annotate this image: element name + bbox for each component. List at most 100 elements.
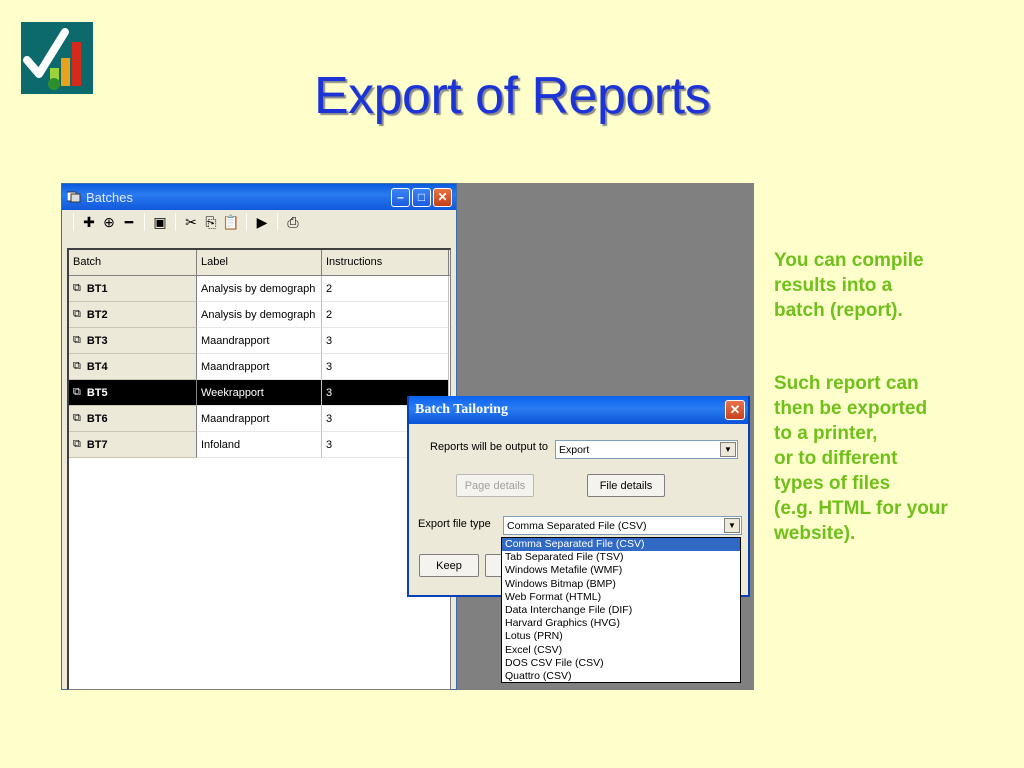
cell-batch[interactable]: ⧉ BT5 [69, 380, 197, 406]
toolbar-separator [246, 213, 247, 231]
add-linked-icon[interactable]: ⊕ [99, 212, 119, 232]
table-row[interactable]: ⧉ BT3 Maandrapport 3 [69, 328, 450, 354]
keep-button[interactable]: Keep [419, 554, 479, 577]
minimize-button[interactable]: – [391, 187, 410, 207]
batch-id: BT7 [86, 438, 108, 451]
output-select[interactable]: Export ▼ [555, 440, 738, 459]
export-type-select[interactable]: Comma Separated File (CSV) ▼ [503, 516, 742, 535]
paste-icon[interactable]: 📋 [221, 212, 241, 232]
table-row[interactable]: ⧉ BT2 Analysis by demograph 2 [69, 302, 450, 328]
column-header-label[interactable]: Label [197, 250, 322, 275]
cell-instructions[interactable]: 3 [322, 354, 449, 380]
dropdown-option[interactable]: Comma Separated File (CSV) [502, 538, 740, 552]
cell-batch[interactable]: ⧉ BT2 [69, 302, 197, 328]
print-icon[interactable]: ⎙ [283, 212, 303, 232]
cell-batch[interactable]: ⧉ BT1 [69, 276, 197, 302]
toolbar-separator [144, 213, 145, 231]
batch-id: BT5 [86, 386, 108, 399]
dropdown-option[interactable]: Lotus (PRN) [502, 630, 740, 643]
cell-label[interactable]: Analysis by demograph [197, 276, 322, 302]
file-details-button[interactable]: File details [587, 474, 665, 497]
batches-titlebar[interactable]: Batches – □ ✕ [62, 184, 456, 210]
output-value: Export [559, 443, 590, 456]
page-details-button[interactable]: Page details [456, 474, 534, 497]
dialog-title: Batch Tailoring [415, 402, 508, 417]
batch-icon: ⧉ [73, 360, 81, 372]
column-header-instructions[interactable]: Instructions [322, 250, 449, 275]
dropdown-option[interactable]: Web Format (HTML) [502, 591, 740, 604]
batch-icon: ⧉ [73, 412, 81, 424]
table-row[interactable]: ⧉ BT4 Maandrapport 3 [69, 354, 450, 380]
batch-id: BT1 [86, 282, 108, 295]
dropdown-option[interactable]: Excel (CSV) [502, 644, 740, 657]
close-button[interactable]: ✕ [433, 187, 452, 207]
side-text-line: then be exported [774, 398, 928, 419]
toolbar-separator [73, 213, 74, 231]
toolbar-separator [277, 213, 278, 231]
table-row[interactable]: ⧉ BT6 Maandrapport 3 [69, 406, 450, 432]
chevron-down-icon[interactable]: ▼ [724, 518, 740, 533]
chevron-down-icon[interactable]: ▼ [720, 442, 736, 457]
dropdown-option[interactable]: DOS CSV File (CSV) [502, 657, 740, 670]
dropdown-option[interactable]: Quattro (CSV) [502, 670, 740, 683]
batches-title: Batches [86, 189, 133, 205]
batches-grid: Batch Label Instructions ⧉ BT1 Analysis by… [67, 248, 451, 690]
export-type-dropdown: Comma Separated File (CSV) Tab Separated … [501, 537, 741, 683]
cell-label[interactable]: Maandrapport [197, 406, 322, 432]
side-text-para2: Such report can then be exported to a pr… [774, 371, 1014, 546]
cell-label[interactable]: Analysis by demograph [197, 302, 322, 328]
side-text-line: or to different [774, 448, 898, 469]
cell-batch[interactable]: ⧉ BT3 [69, 328, 197, 354]
grid-header: Batch Label Instructions [69, 250, 450, 276]
side-text-line: to a printer, [774, 423, 878, 444]
cell-batch[interactable]: ⧉ BT6 [69, 406, 197, 432]
cell-label[interactable]: Weekrapport [197, 380, 322, 406]
batch-id: BT6 [86, 412, 108, 425]
export-type-label: Export file type [418, 518, 491, 530]
cell-batch[interactable]: ⧉ BT7 [69, 432, 197, 458]
side-text-line: Such report can [774, 373, 919, 394]
table-row[interactable]: ⧉ BT5 Weekrapport 3 [69, 380, 450, 406]
batches-toolbar: ✚ ⊕ ━ ▣ ✂ ⎘ 📋 ▶ ⎙ [62, 210, 456, 234]
run-icon[interactable]: ▶ [252, 212, 272, 232]
remove-icon[interactable]: ━ [119, 212, 139, 232]
cell-instructions[interactable]: 3 [322, 328, 449, 354]
side-text-line: batch (report). [774, 300, 903, 321]
side-text-line: results into a [774, 275, 893, 296]
table-row[interactable]: ⧉ BT1 Analysis by demograph 2 [69, 276, 450, 302]
output-label: Reports will be output to [430, 441, 549, 453]
cell-label[interactable]: Maandrapport [197, 354, 322, 380]
batch-icon: ⧉ [73, 334, 81, 346]
cut-icon[interactable]: ✂ [181, 212, 201, 232]
cell-instructions[interactable]: 2 [322, 302, 449, 328]
slide-title: Export of Reports [313, 67, 711, 125]
properties-icon[interactable]: ▣ [150, 212, 170, 232]
side-text-line: (e.g. HTML for your [774, 498, 948, 519]
maximize-button[interactable]: □ [412, 187, 431, 207]
batch-id: BT3 [86, 334, 108, 347]
dropdown-option[interactable]: Tab Separated File (TSV) [502, 551, 740, 564]
dropdown-option[interactable]: Harvard Graphics (HVG) [502, 617, 740, 630]
cell-instructions[interactable]: 2 [322, 276, 449, 302]
add-icon[interactable]: ✚ [79, 212, 99, 232]
batch-icon: ⧉ [73, 308, 81, 320]
cell-label[interactable]: Maandrapport [197, 328, 322, 354]
export-type-value: Comma Separated File (CSV) [507, 519, 647, 532]
toolbar-separator [175, 213, 176, 231]
batch-icon: ⧉ [73, 386, 81, 398]
cell-batch[interactable]: ⧉ BT4 [69, 354, 197, 380]
cell-label[interactable]: Infoland [197, 432, 322, 458]
dropdown-option[interactable]: Windows Bitmap (BMP) [502, 578, 740, 591]
dialog-titlebar[interactable]: Batch Tailoring ✕ [409, 396, 748, 424]
close-icon[interactable]: ✕ [725, 400, 745, 420]
copy-icon[interactable]: ⎘ [201, 212, 221, 232]
side-text-line: You can compile [774, 250, 924, 271]
column-header-batch[interactable]: Batch [69, 250, 197, 275]
side-text-line: website). [774, 523, 856, 544]
dropdown-option[interactable]: Data Interchange File (DIF) [502, 604, 740, 617]
batch-id: BT4 [86, 360, 108, 373]
batch-icon [67, 191, 81, 203]
table-row[interactable]: ⧉ BT7 Infoland 3 [69, 432, 450, 458]
side-text-line: types of files [774, 473, 891, 494]
dropdown-option[interactable]: Windows Metafile (WMF) [502, 564, 740, 577]
